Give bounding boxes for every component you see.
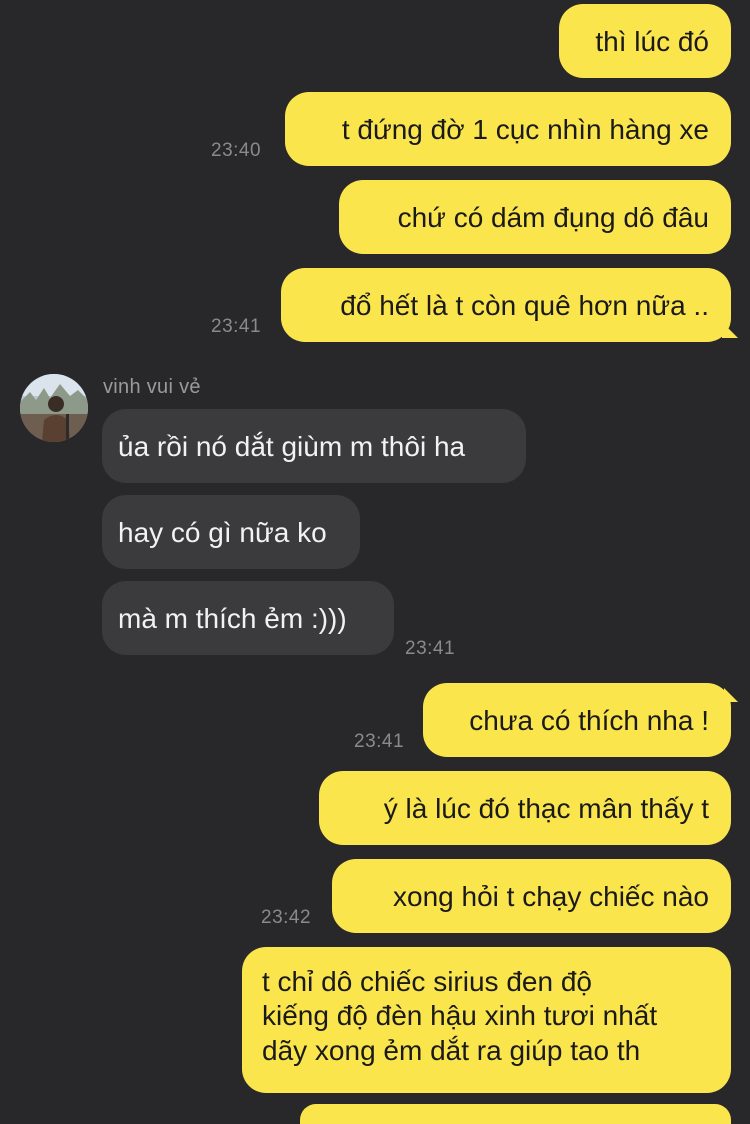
message-incoming[interactable]: hay có gì nữa ko xyxy=(102,495,360,569)
message-timestamp: 23:41 xyxy=(211,316,262,337)
message-text: mà m thích ẻm :))) xyxy=(118,602,347,634)
message-text: xong hỏi t chạy chiếc nào xyxy=(393,880,709,912)
message-outgoing[interactable]: t đứng đờ 1 cục nhìn hàng xe xyxy=(285,92,731,166)
message-text: hay có gì nữa ko xyxy=(118,516,327,548)
message-incoming[interactable]: mà m thích ẻm :))) xyxy=(102,581,394,655)
message-outgoing[interactable]: ý là lúc đó thạc mân thấy t xyxy=(319,771,731,845)
bubble-tail xyxy=(724,688,738,702)
message-text: t đứng đờ 1 cục nhìn hàng xe xyxy=(341,113,709,145)
message-text: ủa rồi nó dắt giùm m thôi ha xyxy=(118,430,466,462)
chat-thread[interactable]: thì lúc đó 23:40 t đứng đờ 1 cục nhìn hà… xyxy=(0,0,750,1124)
message-line: t chỉ dô chiếc sirius đen độ xyxy=(262,966,592,997)
message-outgoing[interactable]: t chỉ dô chiếc sirius đen độ kiếng độ đè… xyxy=(242,947,731,1093)
message-timestamp: 23:40 xyxy=(211,140,262,161)
message-outgoing[interactable]: xong hỏi t chạy chiếc nào xyxy=(332,859,731,933)
message-text: t chỉ dô chiếc sirius đen độ kiếng độ đè… xyxy=(262,965,657,1068)
message-text: chưa có thích nha ! xyxy=(469,704,709,736)
message-outgoing-partial[interactable] xyxy=(300,1104,731,1124)
message-line: dãy xong ẻm dắt ra giúp tao th xyxy=(262,1034,641,1066)
message-line: kiếng độ đèn hậu xinh tươi nhất xyxy=(262,1000,658,1032)
message-text: thì lúc đó xyxy=(595,25,709,57)
sender-name: vinh vui vẻ xyxy=(103,376,201,398)
message-timestamp: 23:41 xyxy=(354,731,405,752)
message-timestamp: 23:41 xyxy=(405,638,456,659)
message-timestamp: 23:42 xyxy=(261,907,312,928)
message-outgoing[interactable]: thì lúc đó xyxy=(559,4,731,78)
message-text: ý là lúc đó thạc mân thấy t xyxy=(383,792,709,824)
message-incoming[interactable]: ủa rồi nó dắt giùm m thôi ha xyxy=(102,409,526,483)
message-outgoing[interactable]: chưa có thích nha ! xyxy=(423,683,731,757)
contact-avatar[interactable] xyxy=(20,374,88,442)
bubble-tail xyxy=(722,322,738,338)
message-outgoing[interactable]: chứ có dám đụng dô đâu xyxy=(339,180,731,254)
message-text: chứ có dám đụng dô đâu xyxy=(397,201,709,233)
message-outgoing[interactable]: đổ hết là t còn quê hơn nữa .. xyxy=(281,268,731,342)
message-text: đổ hết là t còn quê hơn nữa .. xyxy=(340,289,709,321)
